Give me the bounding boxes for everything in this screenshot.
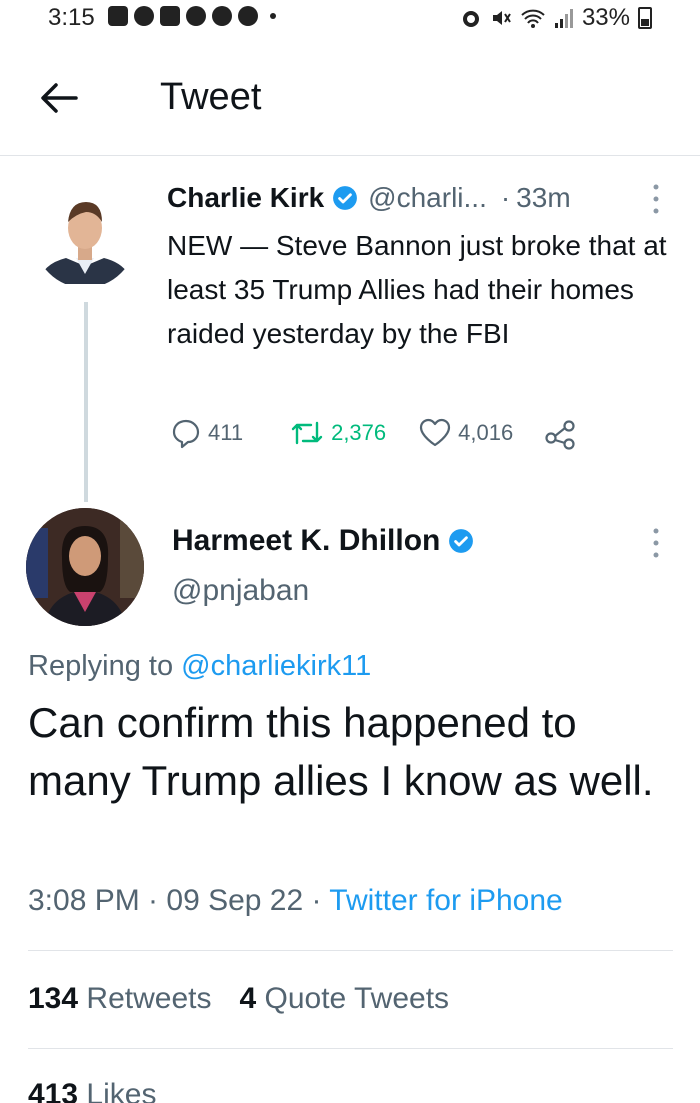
reply-icon <box>172 419 200 449</box>
likes-stat[interactable]: 413 Likes <box>28 1078 156 1103</box>
signal-icon <box>554 9 573 28</box>
quote-tweets-label: Quote Tweets <box>264 982 450 1015</box>
avatar[interactable] <box>34 186 136 288</box>
share-button[interactable] <box>543 416 577 450</box>
youtube-icon <box>160 6 180 26</box>
replying-to: Replying to @charliekirk11 <box>28 650 371 683</box>
quote-tweets-stat[interactable]: 4 Quote Tweets <box>239 982 449 1016</box>
retweet-count: 2,376 <box>331 420 387 445</box>
author-handle[interactable]: @charli... <box>368 182 487 214</box>
status-bar: 3:15 33% <box>0 0 700 34</box>
back-arrow-icon <box>41 83 78 113</box>
back-button[interactable] <box>36 76 80 120</box>
retweet-icon <box>291 421 323 445</box>
separator: · <box>500 182 511 213</box>
retweets-count: 134 <box>28 982 79 1015</box>
more-options-button[interactable] <box>650 182 662 216</box>
likes-label: Likes <box>86 1078 157 1103</box>
more-vertical-icon <box>653 528 659 558</box>
replying-to-mention[interactable]: @charliekirk11 <box>181 650 371 682</box>
system-icons: 33% <box>460 4 652 32</box>
heart-icon <box>420 418 451 447</box>
author-handle[interactable]: @pnjaban <box>172 574 309 608</box>
reply-button[interactable]: 411 <box>170 417 243 449</box>
tweet-author-row: Charlie Kirk @charli... · 33m <box>167 182 571 214</box>
tweet-timestamp: 3:08 PM · 09 Sep 22 · <box>28 884 322 917</box>
retweets-stat[interactable]: 134 Retweets <box>28 982 211 1016</box>
tweet-meta: 3:08 PM · 09 Sep 22 · Twitter for iPhone <box>28 884 563 918</box>
page-title: Tweet <box>160 76 262 118</box>
whatsapp-icon <box>134 6 154 26</box>
tweet-author-row: Harmeet K. Dhillon <box>172 524 474 558</box>
author-name[interactable]: Charlie Kirk <box>167 182 324 214</box>
more-vertical-icon <box>653 184 659 214</box>
message-icon <box>108 6 128 26</box>
author-name[interactable]: Harmeet K. Dhillon <box>172 524 440 558</box>
facebook-icon <box>212 6 232 26</box>
battery-percent: 33% <box>581 4 630 31</box>
tweet-time[interactable]: 33m <box>516 182 570 214</box>
retweets-label: Retweets <box>86 982 212 1015</box>
alarm-icon <box>462 11 479 27</box>
battery-icon <box>638 7 652 29</box>
mute-icon <box>492 11 511 25</box>
reply-count: 411 <box>208 420 244 445</box>
tweet-stats: 134 Retweets 4 Quote Tweets <box>28 982 449 1016</box>
like-button[interactable]: 4,016 <box>418 417 513 449</box>
thread-connector-line <box>84 302 88 502</box>
charlie-kirk-avatar-icon <box>34 186 136 288</box>
more-options-button[interactable] <box>650 526 662 560</box>
replying-to-label: Replying to <box>28 650 174 682</box>
retweet-button[interactable]: 2,376 <box>289 417 386 449</box>
share-icon <box>545 420 575 450</box>
more-notifications-icon <box>270 13 276 19</box>
like-count: 4,016 <box>458 420 514 445</box>
avatar[interactable] <box>26 508 144 626</box>
top-app-bar: Tweet <box>0 40 700 156</box>
likes-count: 413 <box>28 1078 79 1103</box>
tweet-source-link[interactable]: Twitter for iPhone <box>329 884 562 917</box>
facebook-icon <box>238 6 258 26</box>
wifi-icon <box>521 9 545 28</box>
verified-badge-icon <box>449 529 474 553</box>
messenger-icon <box>186 6 206 26</box>
status-time: 3:15 <box>48 4 95 31</box>
quote-tweets-count: 4 <box>239 982 257 1015</box>
verified-badge-icon <box>333 186 358 210</box>
tweet-text: NEW — Steve Bannon just broke that at le… <box>167 230 667 349</box>
tweet-text: Can confirm this happened to many Trump … <box>28 699 654 804</box>
harmeet-dhillon-avatar-icon <box>26 508 144 626</box>
divider <box>28 1048 673 1049</box>
notification-icons <box>108 6 276 26</box>
divider <box>28 950 673 951</box>
tweet-actions: 411 2,376 4,016 <box>170 416 577 450</box>
